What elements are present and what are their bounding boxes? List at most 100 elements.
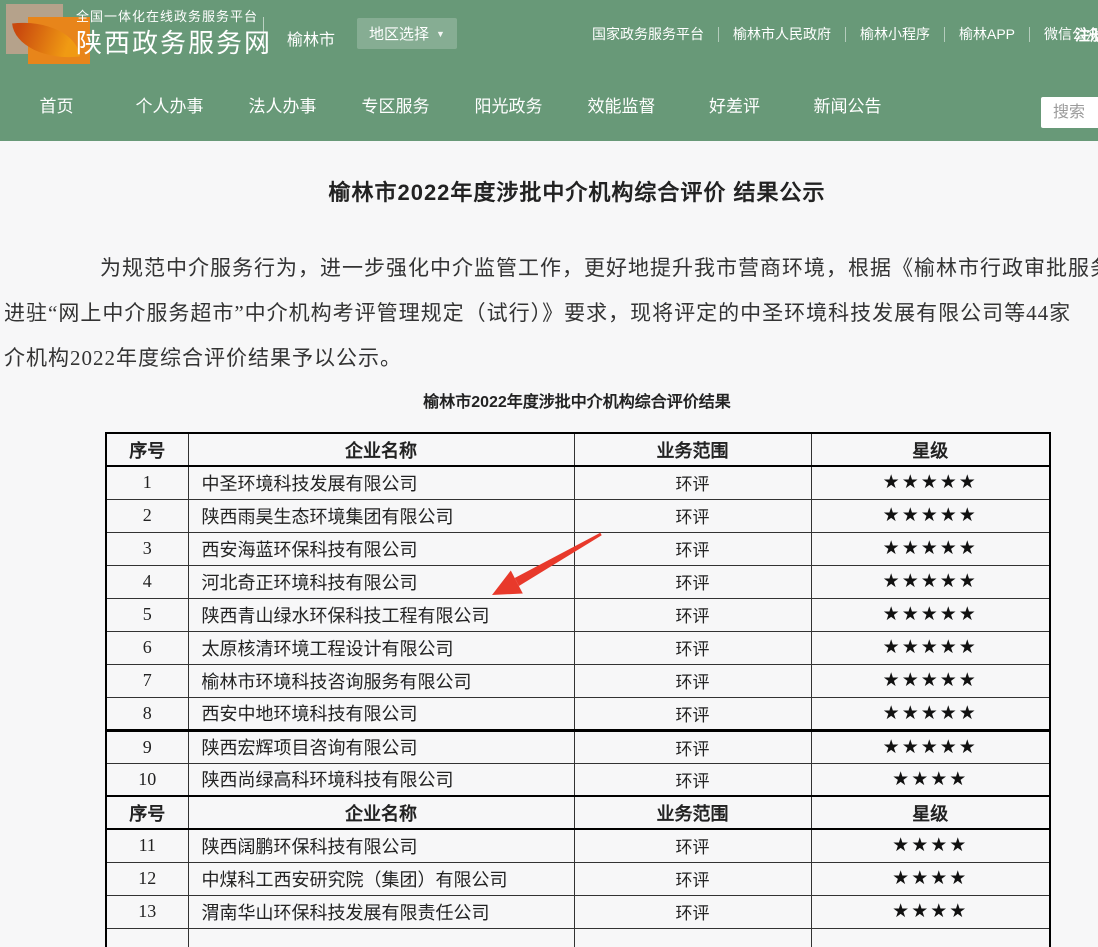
row-no: 13 — [106, 895, 188, 928]
company-name: 陕西青山绿水环保科技工程有限公司 — [188, 598, 574, 631]
company-name: 渭南华山环保科技发展有限责任公司 — [188, 895, 574, 928]
business-scope: 环评 — [574, 598, 811, 631]
star-rating: ★★★★ — [811, 763, 1050, 796]
company-name: 陕西雨昊生态环境集团有限公司 — [188, 499, 574, 532]
nav-item-review[interactable]: 好差评 — [678, 92, 791, 117]
table-row: 10 陕西尚绿高科环境科技有限公司 环评 ★★★★ — [106, 763, 1050, 796]
header-divider — [263, 17, 264, 54]
paragraph-line-2: 进驻“网上中介服务超市”中介机构考评管理规定（试行）》要求，现将评定的中圣环境科… — [4, 298, 1071, 328]
star-rating: ★★★★★ — [811, 730, 1050, 763]
paragraph-line-3: 介机构2022年度综合评价结果予以公示。 — [4, 343, 402, 373]
business-scope: 环评 — [574, 862, 811, 895]
nav-item-legal-entity[interactable]: 法人办事 — [226, 92, 339, 117]
row-no: 8 — [106, 697, 188, 730]
star-rating: ★★★★★ — [811, 598, 1050, 631]
row-no: 5 — [106, 598, 188, 631]
table-row: 11 陕西阔鹏环保科技有限公司 环评 ★★★★ — [106, 829, 1050, 862]
table-row: 3 西安海蓝环保科技有限公司 环评 ★★★★★ — [106, 532, 1050, 565]
business-scope: 环评 — [574, 565, 811, 598]
column-header-name: 企业名称 — [188, 796, 574, 829]
row-no: 11 — [106, 829, 188, 862]
main-nav: 首页 个人办事 法人办事 专区服务 阳光政务 效能监督 好差评 新闻公告 — [0, 68, 1098, 141]
link-yulin-government[interactable]: 榆林市人民政府 — [719, 24, 845, 44]
table-row: 9 陕西宏辉项目咨询有限公司 环评 ★★★★★ — [106, 730, 1050, 763]
row-no: 9 — [106, 730, 188, 763]
column-header-no: 序号 — [106, 796, 188, 829]
row-no: 6 — [106, 631, 188, 664]
row-no: 4 — [106, 565, 188, 598]
star-rating: ★★★★ — [811, 895, 1050, 928]
table-row: 8 西安中地环境科技有限公司 环评 ★★★★★ — [106, 697, 1050, 730]
company-name: 中煤科工西安研究院（集团）有限公司 — [188, 862, 574, 895]
current-city-label: 榆林市 — [287, 26, 335, 50]
link-yulin-app[interactable]: 榆林APP — [945, 24, 1029, 44]
nav-item-zone-services[interactable]: 专区服务 — [339, 92, 452, 117]
company-name: 陕西宏辉项目咨询有限公司 — [188, 730, 574, 763]
star-rating: ★★★★ — [811, 829, 1050, 862]
register-link[interactable]: 注册 — [1075, 24, 1098, 45]
page-title: 榆林市2022年度涉批中介机构综合评价 结果公示 — [0, 175, 1098, 207]
table-caption: 榆林市2022年度涉批中介机构综合评价结果 — [0, 388, 1098, 412]
table-row: 13 渭南华山环保科技发展有限责任公司 环评 ★★★★ — [106, 895, 1050, 928]
platform-subtitle: 全国一体化在线政务服务平台 — [76, 9, 272, 25]
company-name: 太原核清环境工程设计有限公司 — [188, 631, 574, 664]
company-name: 陕西尚绿高科环境科技有限公司 — [188, 763, 574, 796]
business-scope: 环评 — [574, 499, 811, 532]
company-name: 西安海蓝环保科技有限公司 — [188, 532, 574, 565]
table-row: 6 太原核清环境工程设计有限公司 环评 ★★★★★ — [106, 631, 1050, 664]
paragraph-line-1: 为规范中介服务行为，进一步强化中介监管工作，更好地提升我市营商环境，根据《榆林市… — [100, 253, 1098, 283]
table-header-row-repeat: 序号 企业名称 业务范围 星级 — [106, 796, 1050, 829]
header-links: 国家政务服务平台 榆林市人民政府 榆林小程序 榆林APP 微信公众号 — [578, 0, 1098, 68]
business-scope: 环评 — [574, 895, 811, 928]
company-name: 陕西阔鹏环保科技有限公司 — [188, 829, 574, 862]
table-row: 5 陕西青山绿水环保科技工程有限公司 环评 ★★★★★ — [106, 598, 1050, 631]
business-scope: 环评 — [574, 763, 811, 796]
top-header: 全国一体化在线政务服务平台 陕西政务服务网 榆林市 地区选择 ▼ 国家政务服务平… — [0, 0, 1098, 68]
region-selector-button[interactable]: 地区选择 ▼ — [357, 18, 457, 49]
star-rating: ★★★★★ — [811, 565, 1050, 598]
row-no: 12 — [106, 862, 188, 895]
star-rating: ★★★★★ — [811, 499, 1050, 532]
column-header-name: 企业名称 — [188, 433, 574, 466]
star-rating: ★★★★ — [811, 862, 1050, 895]
chevron-down-icon: ▼ — [436, 29, 445, 39]
company-name: 河北奇正环境科技有限公司 — [188, 565, 574, 598]
column-header-scope: 业务范围 — [574, 433, 811, 466]
nav-item-efficiency-supervision[interactable]: 效能监督 — [565, 92, 678, 117]
star-rating: ★★★★★ — [811, 532, 1050, 565]
nav-item-home[interactable]: 首页 — [0, 92, 113, 117]
table-row: 12 中煤科工西安研究院（集团）有限公司 环评 ★★★★ — [106, 862, 1050, 895]
row-no: 7 — [106, 664, 188, 697]
business-scope: 环评 — [574, 466, 811, 499]
business-scope: 环评 — [574, 829, 811, 862]
column-header-stars: 星级 — [811, 433, 1050, 466]
business-scope: 环评 — [574, 532, 811, 565]
nav-item-news[interactable]: 新闻公告 — [791, 92, 904, 117]
nav-item-open-government[interactable]: 阳光政务 — [452, 92, 565, 117]
table-row: 1 中圣环境科技发展有限公司 环评 ★★★★★ — [106, 466, 1050, 499]
company-name: 榆林市环境科技咨询服务有限公司 — [188, 664, 574, 697]
announcement-document: 榆林市2022年度涉批中介机构综合评价 结果公示 为规范中介服务行为，进一步强化… — [0, 141, 1098, 947]
evaluation-results-table: 序号 企业名称 业务范围 星级 1 中圣环境科技发展有限公司 环评 ★★★★★ … — [105, 432, 1051, 947]
business-scope: 环评 — [574, 697, 811, 730]
business-scope: 环评 — [574, 664, 811, 697]
row-no: 3 — [106, 532, 188, 565]
nav-item-personal[interactable]: 个人办事 — [113, 92, 226, 117]
row-no: 10 — [106, 763, 188, 796]
link-yulin-miniprogram[interactable]: 榆林小程序 — [846, 24, 944, 44]
column-header-scope: 业务范围 — [574, 796, 811, 829]
business-scope: 环评 — [574, 631, 811, 664]
star-rating: ★★★★★ — [811, 664, 1050, 697]
table-row: 2 陕西雨昊生态环境集团有限公司 环评 ★★★★★ — [106, 499, 1050, 532]
search-input[interactable] — [1041, 97, 1098, 128]
table-row-highlighted-by-arrow: 4 河北奇正环境科技有限公司 环评 ★★★★★ — [106, 565, 1050, 598]
star-rating: ★★★★★ — [811, 466, 1050, 499]
business-scope: 环评 — [574, 730, 811, 763]
star-rating: ★★★★★ — [811, 631, 1050, 664]
column-header-stars: 星级 — [811, 796, 1050, 829]
link-national-platform[interactable]: 国家政务服务平台 — [578, 24, 718, 44]
region-selector-label: 地区选择 — [369, 23, 429, 44]
table-header-row: 序号 企业名称 业务范围 星级 — [106, 433, 1050, 466]
row-no: 2 — [106, 499, 188, 532]
company-name: 中圣环境科技发展有限公司 — [188, 466, 574, 499]
